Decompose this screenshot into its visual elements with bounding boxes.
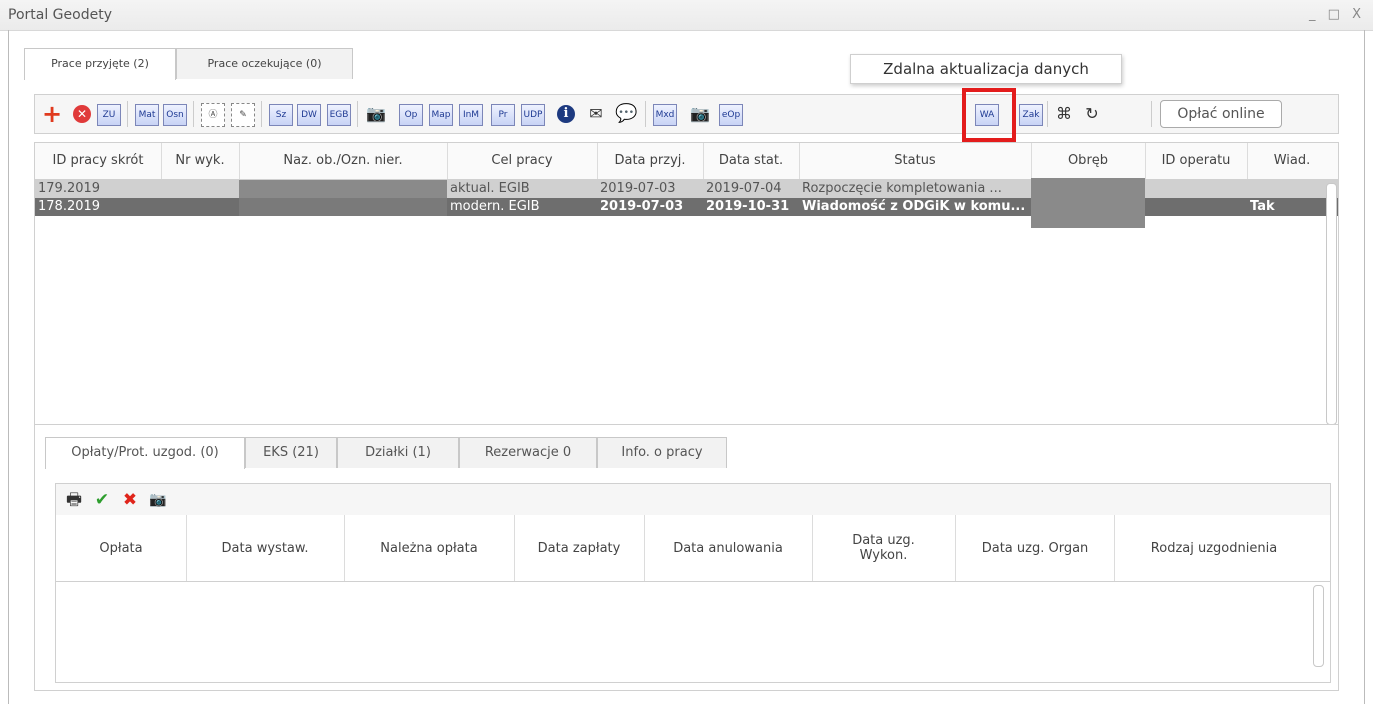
cell-accepted-date: 2019-07-03 [600, 181, 676, 196]
col-status-date[interactable]: Data stat. [703, 143, 800, 179]
col-due-fee[interactable]: Należna opłata [344, 515, 515, 581]
dw-button[interactable]: DW [297, 104, 321, 126]
check-icon[interactable]: ✔ [92, 490, 112, 510]
info-icon[interactable]: i [557, 105, 575, 123]
cell-status: Rozpoczęcie kompletowania ... [802, 181, 1002, 196]
edit-area-icon[interactable]: ✎ [231, 103, 255, 127]
works-grid: ID pracy skrót Nr wyk. Naz. ob./Ozn. nie… [34, 142, 1339, 426]
col-fee[interactable]: Opłata [56, 515, 187, 581]
tab-parcels[interactable]: Działki (1) [337, 437, 459, 468]
col-purpose[interactable]: Cel pracy [447, 143, 598, 179]
cell-purpose: modern. EGIB [450, 199, 540, 214]
add-icon[interactable]: + [41, 102, 63, 126]
col-operat-id[interactable]: ID operatu [1145, 143, 1248, 179]
wa-highlight [962, 88, 1016, 142]
osn-button[interactable]: Osn [163, 104, 187, 126]
zu-button[interactable]: ZU [97, 104, 121, 126]
cell-status: Wiadomość z ODGiK w komu... [802, 199, 1026, 214]
payments-body [55, 581, 1331, 683]
tab-accepted-works[interactable]: Prace przyjęte (2) [24, 48, 176, 80]
cell-status-date: 2019-07-04 [706, 181, 782, 196]
mxd-button[interactable]: Mxd [653, 104, 677, 126]
col-status[interactable]: Status [799, 143, 1032, 179]
col-contractor-agreement-date[interactable]: Data uzg. Wykon. [812, 515, 956, 581]
payments-scrollbar[interactable] [1313, 585, 1324, 667]
mat-button[interactable]: Mat [135, 104, 159, 126]
cell-messages: Tak [1250, 199, 1275, 214]
tab-work-info[interactable]: Info. o pracy [597, 437, 727, 468]
close-icon[interactable]: ✖ [120, 490, 140, 510]
op-button[interactable]: Op [399, 104, 423, 126]
grid-scrollbar[interactable] [1326, 183, 1337, 425]
details-panel: Opłaty/Prot. uzgod. (0) EKS (21) Działki… [34, 424, 1339, 691]
redacted-block [239, 198, 447, 216]
window-titlebar: Portal Geodety _ □ X [0, 0, 1373, 31]
payments-toolbar: 🖶 ✔ ✖ 📷 [55, 483, 1331, 517]
col-messages[interactable]: Wiad. [1247, 143, 1337, 179]
refresh-icon[interactable]: ↻ [1081, 103, 1103, 125]
inm-button[interactable]: InM [459, 104, 483, 126]
chat-icon[interactable]: 💬 [615, 103, 637, 125]
camera-icon[interactable]: 📷 [148, 490, 168, 510]
col-accepted-date[interactable]: Data przyj. [597, 143, 704, 179]
main-toolbar: + ✕ ZU Mat Osn Ⓐ ✎ Sz DW EGB 📷 Op Map In… [34, 94, 1339, 134]
udp-button[interactable]: UDP [521, 104, 545, 126]
window-controls[interactable]: _ □ X [1309, 7, 1365, 22]
cell-status-date: 2019-10-31 [706, 199, 790, 214]
print-icon[interactable]: 🖶 [64, 490, 84, 510]
col-nr[interactable]: Nr wyk. [161, 143, 240, 179]
col-payment-date[interactable]: Data zapłaty [514, 515, 645, 581]
col-authority-agreement-date[interactable]: Data uzg. Organ [956, 515, 1115, 581]
pay-online-button[interactable]: Opłać online [1160, 100, 1282, 128]
tab-payments[interactable]: Opłaty/Prot. uzgod. (0) [45, 437, 245, 469]
grid-header: ID pracy skrót Nr wyk. Naz. ob./Ozn. nie… [35, 143, 1338, 180]
tab-eks[interactable]: EKS (21) [245, 437, 337, 468]
payments-header: Opłata Data wystaw. Należna opłata Data … [55, 515, 1331, 582]
pr-button[interactable]: Pr [491, 104, 515, 126]
col-cancel-date[interactable]: Data anulowania [644, 515, 813, 581]
cell-accepted-date: 2019-07-03 [600, 199, 684, 214]
egb-button[interactable]: EGB [327, 104, 351, 126]
tooltip: Zdalna aktualizacja danych [850, 54, 1122, 84]
tab-pending-works[interactable]: Prace oczekujące (0) [176, 48, 353, 79]
cell-purpose: aktual. EGIB [450, 181, 530, 196]
camera-icon[interactable]: 📷 [365, 103, 387, 125]
redacted-block [239, 180, 447, 198]
select-area-icon[interactable]: Ⓐ [201, 103, 225, 127]
binoculars-icon[interactable]: ⌘ [1053, 103, 1075, 125]
window-title: Portal Geodety [8, 7, 112, 23]
eop-button[interactable]: eOp [719, 104, 743, 126]
zak-button[interactable]: Zak [1019, 104, 1043, 126]
cell-id: 178.2019 [38, 199, 101, 214]
col-issue-date[interactable]: Data wystaw. [186, 515, 345, 581]
cell-id: 179.2019 [38, 181, 101, 196]
delete-icon[interactable]: ✕ [73, 105, 91, 123]
photo-icon[interactable]: 📷 [689, 103, 711, 125]
col-name[interactable]: Naz. ob./Ozn. nier. [239, 143, 448, 179]
mail-icon[interactable]: ✉ [585, 103, 607, 125]
redacted-block [1031, 178, 1145, 228]
map-button[interactable]: Map [429, 104, 453, 126]
col-precinct[interactable]: Obręb [1031, 143, 1146, 179]
sz-button[interactable]: Sz [269, 104, 293, 126]
col-id[interactable]: ID pracy skrót [35, 143, 162, 179]
tab-reservations[interactable]: Rezerwacje 0 [459, 437, 597, 468]
col-agreement-type[interactable]: Rodzaj uzgodnienia [1114, 515, 1314, 581]
